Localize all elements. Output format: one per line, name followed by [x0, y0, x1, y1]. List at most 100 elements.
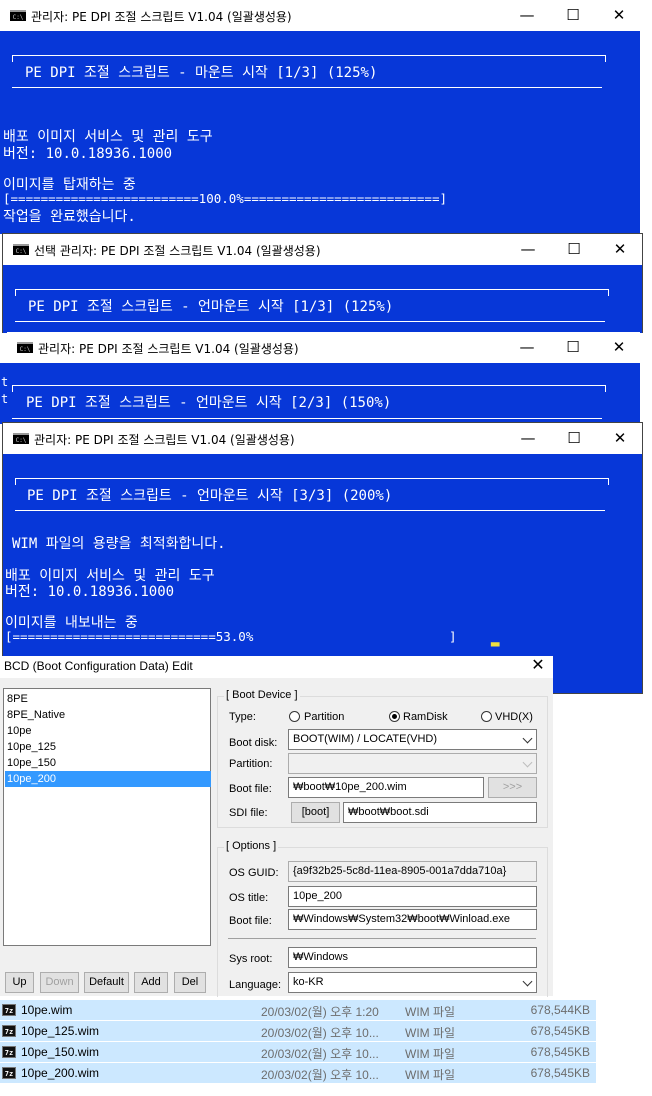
list-item[interactable]: 10pe_125 — [5, 739, 211, 755]
console-icon: C:\ — [10, 10, 26, 21]
close-button[interactable]: ✕ — [527, 656, 549, 678]
close-button[interactable]: ✕ — [596, 332, 640, 363]
boot-entry-list[interactable]: 8PE 8PE_Native 10pe 10pe_125 10pe_150 10… — [3, 688, 211, 946]
file-type: WIM 파일 — [405, 1026, 456, 1040]
sdi-boot-button[interactable]: [boot] — [291, 802, 340, 823]
file-size: 678,545KB — [530, 1045, 590, 1059]
list-item[interactable]: 8PE — [5, 691, 211, 707]
console-output: PE DPI 조절 스크립트 - 마운트 시작 [1/3] (125%) 배포 … — [0, 31, 640, 234]
banner-box-top — [12, 55, 606, 62]
list-item-selected[interactable]: 10pe_200 — [5, 771, 211, 787]
file-row[interactable]: 7z 10pe_125.wim 20/03/02(월) 오후 10... WIM… — [0, 1021, 596, 1041]
banner-text: PE DPI 조절 스크립트 - 언마운트 시작 [1/3] (125%) — [28, 299, 394, 315]
console-window-4[interactable]: C:\ 관리자: PE DPI 조절 스크립트 V1.04 (일괄생성용) — … — [2, 422, 643, 694]
select-value: BOOT(WIM) / LOCATE(VHD) — [293, 733, 438, 745]
language-label: Language: — [229, 979, 281, 991]
7z-icon: 7z — [2, 1004, 16, 1016]
minimize-button[interactable]: — — [505, 234, 551, 265]
close-button[interactable]: ✕ — [597, 423, 642, 454]
browse-button[interactable]: >>> — [488, 777, 537, 798]
bcd-edit-dialog[interactable]: BCD (Boot Configuration Data) Edit ✕ 8PE… — [0, 656, 553, 997]
file-date: 20/03/02(월) 오후 10... — [261, 1047, 379, 1061]
7z-icon: 7z — [2, 1025, 16, 1037]
console-output: PE DPI 조절 스크립트 - 언마운트 시작 [2/3] (150%) — [7, 363, 640, 424]
chevron-down-icon — [522, 733, 533, 744]
console-window-2[interactable]: C:\ 선택 관리자: PE DPI 조절 스크립트 V1.04 (일괄생성용)… — [2, 233, 643, 333]
sys-root-label: Sys root: — [229, 953, 273, 965]
7z-icon: 7z — [2, 1046, 16, 1058]
console-line: WIM 파일의 용량을 최적화합니다. — [12, 536, 226, 552]
boot-file-input[interactable]: ₩boot₩10pe_200.wim — [288, 777, 484, 798]
file-type: WIM 파일 — [405, 1047, 456, 1061]
file-size: 678,545KB — [530, 1066, 590, 1080]
console-line: 버전: 10.0.18936.1000 — [3, 146, 173, 162]
console-line: 버전: 10.0.18936.1000 — [5, 584, 175, 600]
file-size: 678,545KB — [530, 1024, 590, 1038]
dialog-title: BCD (Boot Configuration Data) Edit — [4, 659, 193, 673]
console-fragment: t — [1, 375, 9, 389]
progress-line: [===========================53.0% ] — [5, 629, 457, 644]
banner-text: PE DPI 조절 스크립트 - 언마운트 시작 [3/3] (200%) — [27, 488, 393, 504]
title-bar[interactable]: C:\ 관리자: PE DPI 조절 스크립트 V1.04 (일괄생성용) — … — [7, 332, 640, 363]
partition-select[interactable] — [288, 753, 537, 774]
group-label: [ Options ] — [224, 840, 279, 852]
file-row[interactable]: 7z 10pe.wim 20/03/02(월) 오후 1:20 WIM 파일 6… — [0, 1000, 596, 1020]
file-row[interactable]: 7z 10pe_200.wim 20/03/02(월) 오후 10... WIM… — [0, 1063, 596, 1083]
window-title: 관리자: PE DPI 조절 스크립트 V1.04 (일괄생성용) — [38, 342, 299, 356]
file-date: 20/03/02(월) 오후 10... — [261, 1026, 379, 1040]
file-row[interactable]: 7z 10pe_150.wim 20/03/02(월) 오후 10... WIM… — [0, 1042, 596, 1062]
console-window-3[interactable]: C:\ 관리자: PE DPI 조절 스크립트 V1.04 (일괄생성용) — … — [0, 332, 640, 424]
minimize-button[interactable]: — — [504, 0, 550, 31]
progress-line: [=========================100.0%========… — [3, 191, 448, 206]
console-icon: C:\ — [17, 342, 33, 353]
list-item[interactable]: 10pe — [5, 723, 211, 739]
boot-file-label: Boot file: — [229, 915, 272, 927]
file-name: 10pe_150.wim — [21, 1045, 100, 1059]
partition-label: Partition: — [229, 758, 273, 770]
divider — [228, 938, 536, 939]
sdi-file-input[interactable]: ₩boot₩boot.sdi — [343, 802, 537, 823]
group-label: [ Boot Device ] — [224, 689, 300, 701]
boot-disk-select[interactable]: BOOT(WIM) / LOCATE(VHD) — [288, 729, 537, 750]
text-cursor: ▂ — [491, 631, 500, 647]
os-title-input[interactable]: 10pe_200 — [288, 886, 537, 907]
console-icon: C:\ — [13, 433, 29, 444]
minimize-button[interactable]: — — [505, 423, 551, 454]
boot-disk-label: Boot disk: — [229, 737, 278, 749]
file-type: WIM 파일 — [405, 1005, 456, 1019]
language-select[interactable]: ko-KR — [288, 972, 537, 993]
ramdisk-radio[interactable] — [389, 711, 400, 722]
maximize-button[interactable]: ☐ — [551, 234, 597, 265]
close-button[interactable]: ✕ — [596, 0, 640, 31]
maximize-button[interactable]: ☐ — [551, 423, 597, 454]
file-list[interactable]: 7z 10pe.wim 20/03/02(월) 오후 1:20 WIM 파일 6… — [0, 1000, 596, 1084]
radio-label: RamDisk — [403, 711, 448, 723]
del-button[interactable]: Del — [174, 972, 206, 993]
maximize-button[interactable]: ☐ — [550, 332, 596, 363]
console-window-1[interactable]: C:\ 관리자: PE DPI 조절 스크립트 V1.04 (일괄생성용) — … — [0, 0, 640, 234]
boot-file-label: Boot file: — [229, 783, 272, 795]
banner-box-top — [15, 478, 609, 485]
title-bar[interactable]: C:\ 관리자: PE DPI 조절 스크립트 V1.04 (일괄생성용) — … — [3, 423, 642, 454]
select-value: ko-KR — [293, 976, 324, 988]
title-bar[interactable]: C:\ 선택 관리자: PE DPI 조절 스크립트 V1.04 (일괄생성용)… — [3, 234, 642, 265]
list-item[interactable]: 10pe_150 — [5, 755, 211, 771]
close-button[interactable]: ✕ — [597, 234, 642, 265]
sdi-file-label: SDI file: — [229, 807, 268, 819]
up-button[interactable]: Up — [5, 972, 34, 993]
partition-radio[interactable] — [289, 711, 300, 722]
add-button[interactable]: Add — [134, 972, 168, 993]
title-bar[interactable]: C:\ 관리자: PE DPI 조절 스크립트 V1.04 (일괄생성용) — … — [0, 0, 640, 31]
list-item[interactable]: 8PE_Native — [5, 707, 211, 723]
os-guid-label: OS GUID: — [229, 867, 279, 879]
title-bar[interactable]: BCD (Boot Configuration Data) Edit ✕ — [0, 656, 553, 678]
maximize-button[interactable]: ☐ — [550, 0, 596, 31]
down-button[interactable]: Down — [40, 972, 79, 993]
os-guid-field[interactable]: {a9f32b25-5c8d-11ea-8905-001a7dda710a} — [288, 861, 537, 882]
7z-icon: 7z — [2, 1067, 16, 1079]
sys-root-input[interactable]: ₩Windows — [288, 947, 537, 968]
vhdx-radio[interactable] — [481, 711, 492, 722]
winload-path-input[interactable]: ₩Windows₩System32₩boot₩Winload.exe — [288, 909, 537, 930]
minimize-button[interactable]: — — [504, 332, 550, 363]
default-button[interactable]: Default — [84, 972, 129, 993]
